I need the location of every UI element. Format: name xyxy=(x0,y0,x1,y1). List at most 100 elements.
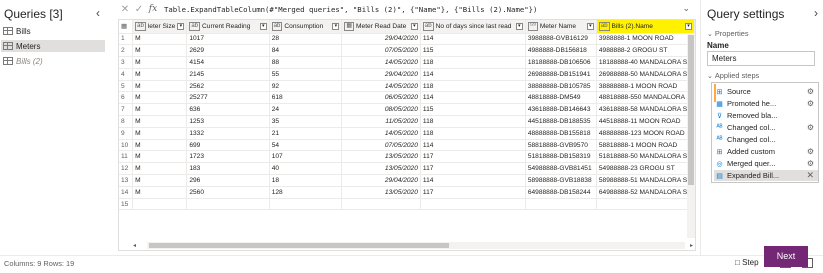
vertical-scrollbar[interactable] xyxy=(687,33,695,238)
table-row[interactable]: 14 M 2560 128 13/05/2020 117 64988888-DB158244… xyxy=(119,186,695,199)
table-cell[interactable]: 2562 xyxy=(186,80,270,93)
applied-step[interactable]: ▤ Expanded Bill... ✕ xyxy=(714,170,818,181)
scroll-left-icon[interactable]: ◂ xyxy=(133,242,136,249)
expand-settings-icon[interactable]: › xyxy=(814,6,818,20)
table-row[interactable]: 8 M 1253 35 11/05/2020 118 44518888-DB188535 44… xyxy=(119,115,695,128)
table-cell[interactable]: M xyxy=(132,80,188,93)
table-cell[interactable]: 3988888-1 MOON ROAD xyxy=(596,33,695,46)
table-row[interactable]: 11 M 1723 107 13/05/2020 117 51818888-DB158319… xyxy=(119,150,695,164)
table-cell[interactable]: 64988888-52 MANDALORA ST xyxy=(596,186,695,199)
delete-step-icon[interactable]: ✕ xyxy=(806,170,814,181)
table-cell[interactable]: 08/05/2020 xyxy=(341,103,421,117)
step-settings-gear-icon[interactable]: ⚙ xyxy=(807,147,814,156)
next-button[interactable]: Next xyxy=(764,246,808,267)
table-cell[interactable]: 2145 xyxy=(186,68,270,81)
table-cell[interactable]: 29/04/2020 xyxy=(341,68,421,81)
table-cell[interactable]: 2629 xyxy=(186,44,270,58)
table-cell[interactable]: 54 xyxy=(269,139,343,152)
applied-step[interactable]: ⊞ Added custom ⚙ xyxy=(714,146,818,157)
table-row[interactable]: 1 M 1017 28 29/04/2020 114 3988888-GVB16129 398… xyxy=(119,33,695,46)
step-view-button[interactable]: □ Step xyxy=(735,258,759,267)
table-cell[interactable]: 114 xyxy=(420,139,526,152)
table-cell[interactable]: 14/05/2020 xyxy=(341,127,421,140)
table-cell[interactable]: 118 xyxy=(420,127,526,140)
table-cell[interactable]: 64988888-DB158244 xyxy=(525,186,597,199)
table-cell[interactable]: 115 xyxy=(420,103,526,117)
table-cell[interactable]: 114 xyxy=(420,68,526,81)
table-cell[interactable]: 118 xyxy=(420,115,526,128)
column-filter-icon[interactable]: ▾ xyxy=(586,22,594,30)
horizontal-scrollbar[interactable] xyxy=(147,242,685,249)
table-cell[interactable]: 84 xyxy=(269,44,343,58)
table-cell[interactable]: 24 xyxy=(269,103,343,117)
step-settings-gear-icon[interactable]: ⚙ xyxy=(807,123,814,132)
table-row[interactable]: 2 M 2629 84 07/05/2020 115 4988888-DB156818 498… xyxy=(119,44,695,58)
table-cell[interactable]: 48818888-DM549 xyxy=(525,91,597,105)
table-cell[interactable]: 88 xyxy=(269,56,343,69)
table-cell[interactable]: M xyxy=(132,174,188,187)
table-cell[interactable]: 4988888-2 GROGU ST xyxy=(596,44,695,58)
table-cell[interactable]: 118 xyxy=(420,56,526,69)
column-type-icon[interactable]: ¹²³ xyxy=(527,21,538,31)
table-cell[interactable]: 636 xyxy=(186,103,270,117)
table-cell[interactable]: 1723 xyxy=(186,150,270,164)
table-cell[interactable]: 4154 xyxy=(186,56,270,69)
column-type-icon[interactable]: ab xyxy=(189,21,201,31)
table-cell[interactable]: 14/05/2020 xyxy=(341,56,421,69)
cancel-formula-icon[interactable]: ✕ xyxy=(118,4,132,15)
table-cell[interactable]: M xyxy=(132,127,188,140)
table-cell[interactable]: 18188888-40 MANDALORA ST xyxy=(596,56,695,69)
table-cell[interactable]: 40 xyxy=(269,162,343,176)
table-cell[interactable]: 29/04/2020 xyxy=(341,33,421,46)
query-item-bills[interactable]: Bills xyxy=(1,25,105,37)
table-cell[interactable]: 07/05/2020 xyxy=(341,139,421,152)
table-cell[interactable]: 1253 xyxy=(186,115,270,128)
properties-section[interactable]: Properties xyxy=(707,29,749,38)
table-row[interactable]: 10 M 699 54 07/05/2020 114 58818888-GVB9570 588… xyxy=(119,139,695,152)
table-cell[interactable] xyxy=(341,198,421,211)
table-cell[interactable]: 117 xyxy=(420,162,526,176)
table-cell[interactable]: 117 xyxy=(420,150,526,164)
table-cell[interactable]: 54988888-23 GROGU ST xyxy=(596,162,695,176)
table-cell[interactable]: M xyxy=(132,33,188,46)
scroll-right-icon[interactable]: ▸ xyxy=(690,242,693,249)
table-cell[interactable]: 44518888-DB188535 xyxy=(525,115,597,128)
column-type-icon[interactable]: ab xyxy=(271,21,283,31)
table-cell[interactable]: 107 xyxy=(269,150,343,164)
table-cell[interactable]: 21 xyxy=(269,127,343,140)
table-cell[interactable]: 07/05/2020 xyxy=(341,44,421,58)
table-cell[interactable]: 54988888-GVB81451 xyxy=(525,162,597,176)
column-header[interactable]: ab leter Size ▾ xyxy=(132,20,188,34)
table-cell[interactable]: 38888888-1 MOON ROAD xyxy=(596,80,695,93)
column-header[interactable]: ab No of days since last read ▾ xyxy=(420,20,526,34)
table-row[interactable]: 13 M 296 18 29/04/2020 114 58988888-GVB18838 58… xyxy=(119,174,695,187)
table-cell[interactable]: 114 xyxy=(420,174,526,187)
table-cell[interactable]: 25277 xyxy=(186,91,270,105)
applied-step[interactable]: ▦ Promoted he... ⚙ xyxy=(714,98,818,109)
table-cell[interactable] xyxy=(596,198,695,211)
table-cell[interactable]: 48888888-123 MOON ROAD xyxy=(596,127,695,140)
table-cell[interactable]: 118 xyxy=(420,80,526,93)
table-cell[interactable]: 58988888-51 MANDALORA ST xyxy=(596,174,695,187)
table-cell[interactable]: 296 xyxy=(186,174,270,187)
table-cell[interactable]: 183 xyxy=(186,162,270,176)
table-cell[interactable]: 29/04/2020 xyxy=(341,174,421,187)
table-cell[interactable]: M xyxy=(132,150,188,164)
column-type-icon[interactable]: ab xyxy=(422,21,434,31)
table-cell[interactable]: 18 xyxy=(269,174,343,187)
table-row[interactable]: 9 M 1332 21 14/05/2020 118 48888888-DB155818 48… xyxy=(119,127,695,140)
column-header[interactable]: ab Bills (2).Name ▾ xyxy=(596,20,695,34)
table-row[interactable]: 12 M 183 40 13/05/2020 117 54988888-GVB81451 54… xyxy=(119,162,695,176)
select-all-icon[interactable]: ▦ xyxy=(119,20,134,34)
query-name-input[interactable]: Meters xyxy=(707,51,815,66)
column-header[interactable]: ab Consumption ▾ xyxy=(269,20,343,34)
column-header[interactable]: ¹²³ Meter Name ▾ xyxy=(525,20,597,34)
table-cell[interactable]: 114 xyxy=(420,91,526,105)
table-cell[interactable]: 55 xyxy=(269,68,343,81)
step-settings-gear-icon[interactable]: ⚙ xyxy=(807,99,814,108)
table-cell[interactable]: 43618888-DB146643 xyxy=(525,103,597,117)
column-type-icon[interactable]: ab xyxy=(598,21,610,31)
table-cell[interactable] xyxy=(186,198,270,211)
table-cell[interactable]: 128 xyxy=(269,186,343,199)
table-cell[interactable]: 92 xyxy=(269,80,343,93)
